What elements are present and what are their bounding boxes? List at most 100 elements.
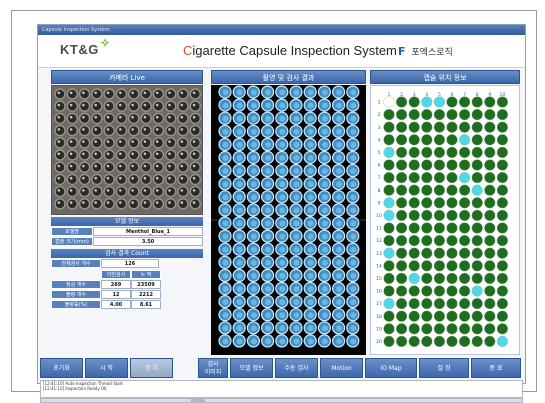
live-capsule-highlight xyxy=(192,91,196,95)
start-button[interactable]: 시 작 xyxy=(85,358,128,378)
capsule-core xyxy=(236,312,243,319)
grid-row-label: 14 xyxy=(376,263,382,269)
capsule-core xyxy=(350,233,357,240)
capsule-core xyxy=(222,286,229,292)
live-capsule-highlight xyxy=(69,152,73,156)
capsule-core xyxy=(293,312,300,319)
live-capsule-hole xyxy=(103,124,115,137)
stop-button[interactable]: 정 지 xyxy=(130,358,173,378)
live-capsule-highlight xyxy=(119,128,122,131)
capsule-core xyxy=(350,102,357,109)
capsule-core xyxy=(350,259,357,266)
live-capsule-highlight xyxy=(106,128,110,131)
ng-rate-total: 8.61 xyxy=(131,300,161,309)
io-map-button[interactable]: IO Map xyxy=(365,358,417,378)
capsule-core xyxy=(265,194,272,201)
live-capsule-hole xyxy=(152,161,165,173)
capsule-position-cell xyxy=(484,247,496,259)
capsule-position-cell xyxy=(484,335,496,348)
live-capsule-hole xyxy=(66,198,78,210)
app-header: KT&G ✧ Cigarette Capsule Inspection Syst… xyxy=(38,35,525,68)
model-info-button[interactable]: 모델 정보 xyxy=(230,358,273,378)
corp-logo: F 포엑스로직 xyxy=(398,45,453,58)
live-capsule-highlight xyxy=(106,201,110,204)
capsule-position-cell xyxy=(446,209,458,221)
total-inspect-label: 전체검사 개수 xyxy=(51,259,101,268)
capsule-position-cell xyxy=(446,171,458,184)
capsule-position-cell xyxy=(421,310,433,322)
live-capsule-hole xyxy=(128,137,140,149)
capsule-core xyxy=(279,168,286,175)
ng-rate-current: 4.00 xyxy=(101,300,131,309)
capsule-position-cell xyxy=(484,298,496,310)
live-capsule-hole xyxy=(66,173,78,186)
horizontal-scrollbar[interactable] xyxy=(40,398,523,403)
capsule-position-cell xyxy=(484,260,496,272)
live-capsule-highlight xyxy=(69,189,73,192)
capsule-position-cell xyxy=(408,146,420,159)
live-capsule-hole xyxy=(177,112,189,125)
capsule-core xyxy=(321,299,328,306)
live-capsule-hole xyxy=(140,137,152,149)
live-capsule-highlight xyxy=(82,189,85,192)
capsule-core xyxy=(336,115,343,122)
capsule-position-cell xyxy=(458,159,471,171)
live-capsule-hole xyxy=(177,173,189,186)
live-capsule-hole xyxy=(91,198,103,210)
live-capsule-highlight xyxy=(57,152,61,156)
capsule-core xyxy=(279,181,286,188)
capsule-position-cell xyxy=(383,159,395,171)
capsule-core xyxy=(321,325,328,332)
ng-rate-label: 불량률(%) xyxy=(51,300,101,309)
live-capsule-hole xyxy=(54,88,66,100)
capsule-position-cell xyxy=(446,310,458,322)
capsule-core xyxy=(293,102,300,109)
live-capsule-hole xyxy=(54,137,66,149)
live-capsule-highlight xyxy=(180,176,184,180)
capsule-position-cell xyxy=(484,96,496,108)
live-capsule-highlight xyxy=(94,128,97,131)
live-capsule-highlight xyxy=(155,115,159,119)
motion-button[interactable]: Motion xyxy=(320,358,363,378)
capsule-position-cell xyxy=(446,184,458,196)
live-capsule-highlight xyxy=(131,189,134,192)
capsule-core xyxy=(250,233,257,240)
corp-logo-mark: F xyxy=(398,45,406,58)
capsule-position-cell xyxy=(471,247,483,259)
scrollbar-thumb[interactable] xyxy=(191,399,205,402)
capsule-position-cell xyxy=(496,247,508,259)
capsule-core xyxy=(336,259,343,266)
capsule-core xyxy=(265,102,272,109)
capsule-position-cell xyxy=(383,260,395,272)
capsule-core xyxy=(265,233,272,240)
capsule-position-cell xyxy=(408,272,420,285)
capsule-position-cell xyxy=(484,146,496,159)
live-capsule-highlight xyxy=(192,176,196,180)
capsule-position-cell xyxy=(408,222,420,234)
capsule-core xyxy=(279,246,286,253)
live-capsule-hole xyxy=(54,185,66,198)
init-button[interactable]: 초기화 xyxy=(40,358,83,378)
capsule-core xyxy=(336,89,343,96)
live-capsule-hole xyxy=(189,100,202,112)
capsule-core xyxy=(350,141,357,148)
log-panel[interactable]: [12:41:10] Auto Inspection Thread Start … xyxy=(40,380,523,398)
capsule-core xyxy=(350,155,357,161)
capsule-position-cell xyxy=(433,272,446,285)
capsule-core xyxy=(307,325,314,332)
live-capsule-hole xyxy=(103,198,115,210)
live-capsule-hole xyxy=(164,173,177,186)
live-capsule-hole xyxy=(177,198,189,210)
live-capsule-highlight xyxy=(94,201,97,204)
capsule-position-cell xyxy=(396,121,408,133)
settings-button[interactable]: 설 정 xyxy=(419,358,469,378)
capsule-position-cell xyxy=(484,272,496,285)
live-capsule-highlight xyxy=(82,91,85,95)
capsule-core xyxy=(350,312,357,319)
manual-inspect-button[interactable]: 수동 검사 xyxy=(275,358,318,378)
inspect-image-button[interactable]: 검사 이미지 xyxy=(198,358,228,378)
capsule-core xyxy=(222,128,229,135)
capsule-core xyxy=(279,115,286,122)
exit-button[interactable]: 종 료 xyxy=(471,358,521,378)
live-capsule-highlight xyxy=(119,152,122,156)
